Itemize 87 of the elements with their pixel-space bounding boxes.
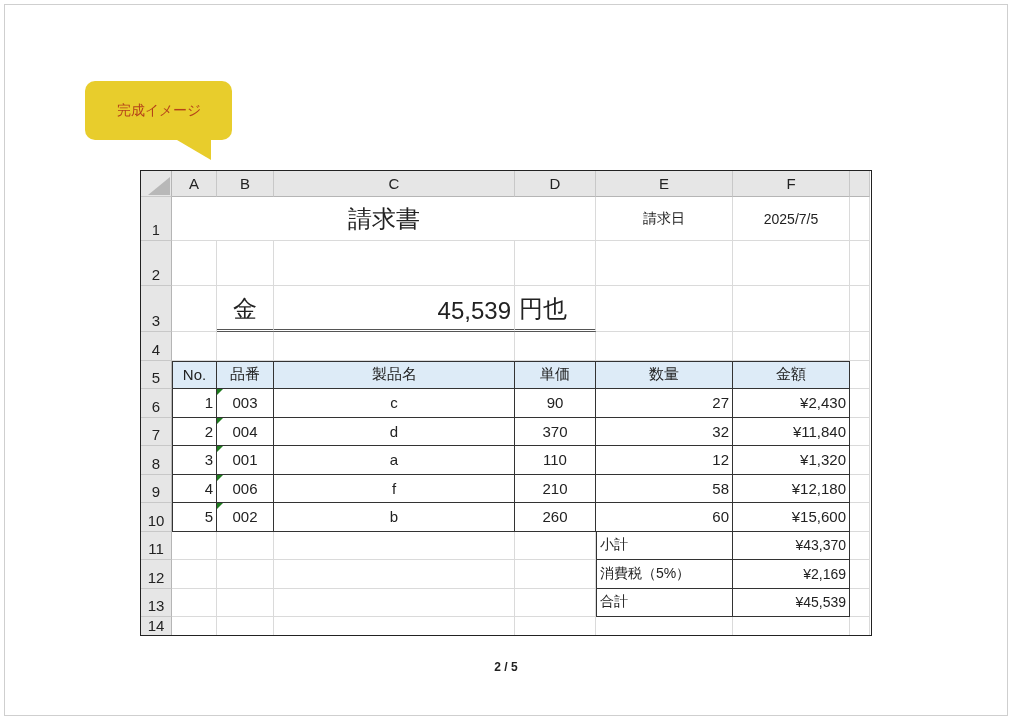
table-cell: 12 (596, 446, 733, 475)
column-heading: 品番 (217, 360, 274, 389)
empty-cell (850, 503, 870, 532)
table-cell: 5 (172, 503, 217, 532)
table-cell: ¥1,320 (733, 446, 850, 475)
table-cell: ¥11,840 (733, 417, 850, 446)
date-label: 請求日 (643, 209, 685, 228)
row-header[interactable]: 8 (141, 446, 172, 475)
empty-cell (850, 560, 870, 589)
amount-label: 金 (233, 294, 257, 324)
empty-cell (850, 588, 870, 617)
row-header[interactable]: 5 (141, 360, 172, 389)
summary-label: 小計 (596, 531, 733, 560)
row-header[interactable]: 2 (141, 241, 172, 286)
row-header[interactable]: 11 (141, 531, 172, 560)
empty-cell (850, 531, 870, 560)
table-cell: 27 (596, 389, 733, 418)
summary-label: 消費税（5%） (596, 560, 733, 589)
table-cell: 002 (217, 503, 274, 532)
row-header[interactable]: 12 (141, 560, 172, 589)
summary-value: ¥45,539 (733, 588, 850, 617)
row-header[interactable]: 3 (141, 286, 172, 332)
empty-cell (850, 360, 870, 389)
row-header[interactable]: 4 (141, 332, 172, 361)
row-header[interactable]: 13 (141, 588, 172, 617)
row-header[interactable]: 1 (141, 197, 172, 241)
empty-cell (850, 446, 870, 475)
column-heading: 数量 (596, 360, 733, 389)
row-header[interactable]: 10 (141, 503, 172, 532)
column-heading: 製品名 (274, 360, 515, 389)
column-header[interactable]: E (596, 171, 733, 197)
empty-cell (850, 286, 870, 332)
table-cell: 90 (515, 389, 596, 418)
table-cell: 210 (515, 474, 596, 503)
row-header[interactable]: 9 (141, 474, 172, 503)
table-cell: 003 (217, 389, 274, 418)
empty-cell (850, 389, 870, 418)
table-cell: 4 (172, 474, 217, 503)
table-cell: ¥2,430 (733, 389, 850, 418)
table-cell: a (274, 446, 515, 475)
total-amount: 45,539 (437, 297, 511, 325)
table-cell: 58 (596, 474, 733, 503)
column-header[interactable]: D (515, 171, 596, 197)
empty-cell (850, 474, 870, 503)
column-header[interactable]: A (172, 171, 217, 197)
table-cell: 2 (172, 417, 217, 446)
column-heading: 金額 (733, 360, 850, 389)
table-cell: 32 (596, 417, 733, 446)
amount-unit: 円也 (519, 294, 567, 324)
table-cell: 260 (515, 503, 596, 532)
empty-cell (217, 560, 274, 589)
table-cell: 110 (515, 446, 596, 475)
row-header[interactable]: 7 (141, 417, 172, 446)
column-header[interactable]: F (733, 171, 850, 197)
table-cell: 1 (172, 389, 217, 418)
column-header[interactable]: B (217, 171, 274, 197)
summary-value: ¥2,169 (733, 560, 850, 589)
invoice-title: 請求書 (347, 203, 420, 234)
select-all-icon[interactable] (148, 177, 170, 195)
row-header[interactable]: 6 (141, 389, 172, 418)
table-cell: 006 (217, 474, 274, 503)
summary-label: 合計 (596, 588, 733, 617)
empty-cell (217, 531, 274, 560)
date-value: 2025/7/5 (763, 210, 819, 227)
column-header[interactable]: C (274, 171, 515, 197)
table-cell: ¥12,180 (733, 474, 850, 503)
table-cell: 004 (217, 417, 274, 446)
table-cell: c (274, 389, 515, 418)
table-cell: 3 (172, 446, 217, 475)
empty-cell (850, 417, 870, 446)
column-heading: 単価 (515, 360, 596, 389)
column-heading: No. (172, 360, 217, 389)
empty-cell (850, 241, 870, 286)
row-header[interactable]: 14 (141, 617, 172, 635)
callout-tail (177, 140, 211, 160)
table-cell: 370 (515, 417, 596, 446)
table-cell: 60 (596, 503, 733, 532)
empty-cell (850, 332, 870, 361)
table-cell: b (274, 503, 515, 532)
summary-value: ¥43,370 (733, 531, 850, 560)
table-cell: d (274, 417, 515, 446)
empty-cell (217, 588, 274, 617)
page-indicator: 2 / 5 (493, 660, 519, 674)
table-cell: ¥15,600 (733, 503, 850, 532)
table-cell: f (274, 474, 515, 503)
empty-cell (850, 171, 870, 197)
table-cell: 001 (217, 446, 274, 475)
